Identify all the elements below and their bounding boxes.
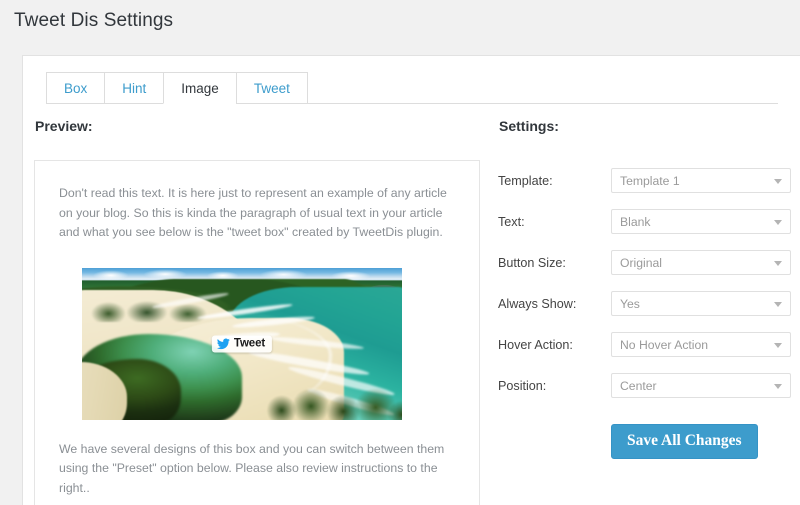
setting-label-text: Text: <box>498 214 525 229</box>
tweet-button[interactable]: Tweet <box>211 335 273 352</box>
button-size-select-value: Original <box>620 255 662 270</box>
settings-column: Settings: Template: Template 1 Text: Bla… <box>498 118 798 459</box>
preview-heading: Preview: <box>35 118 93 134</box>
chevron-down-icon <box>774 301 782 307</box>
position-select-value: Center <box>620 378 657 393</box>
chevron-down-icon <box>774 383 782 389</box>
hover-action-select[interactable]: No Hover Action <box>611 332 791 357</box>
setting-label-button-size: Button Size: <box>498 255 566 270</box>
always-show-select-value: Yes <box>620 296 640 311</box>
template-select[interactable]: Template 1 <box>611 168 791 193</box>
preview-column: Preview: Don't read this text. It is her… <box>34 118 490 505</box>
setting-label-position: Position: <box>498 378 547 393</box>
template-select-value: Template 1 <box>620 173 680 188</box>
tab-bar: Box Hint Image Tweet <box>46 72 778 104</box>
foreground-shrubs <box>261 373 402 420</box>
twitter-bird-icon <box>216 338 230 349</box>
setting-row-button-size: Button Size: Original <box>498 242 798 283</box>
preview-box: Don't read this text. It is here just to… <box>34 160 480 505</box>
chevron-down-icon <box>774 178 782 184</box>
page-title: Tweet Dis Settings <box>14 10 174 31</box>
setting-row-hover-action: Hover Action: No Hover Action <box>498 324 798 365</box>
setting-row-text: Text: Blank <box>498 201 798 242</box>
settings-page: Tweet Dis Settings Box Hint Image Tweet … <box>0 0 800 505</box>
position-select[interactable]: Center <box>611 373 791 398</box>
settings-heading: Settings: <box>499 118 559 134</box>
preview-image: Tweet <box>82 267 402 420</box>
text-select[interactable]: Blank <box>611 209 791 234</box>
hover-action-select-value: No Hover Action <box>620 337 709 352</box>
tab-hint[interactable]: Hint <box>104 72 165 104</box>
setting-label-hover-action: Hover Action: <box>498 337 573 352</box>
setting-row-always-show: Always Show: Yes <box>498 283 798 324</box>
chevron-down-icon <box>774 260 782 266</box>
text-select-value: Blank <box>620 214 651 229</box>
tab-box[interactable]: Box <box>46 72 106 104</box>
tab-tweet[interactable]: Tweet <box>235 72 308 104</box>
chevron-down-icon <box>774 219 782 225</box>
setting-row-position: Position: Center <box>498 365 798 406</box>
setting-label-always-show: Always Show: <box>498 296 577 311</box>
button-size-select[interactable]: Original <box>611 250 791 275</box>
preview-paragraph-bottom: We have several designs of this box and … <box>59 441 445 495</box>
settings-card: Box Hint Image Tweet Preview: Don't read… <box>22 55 800 505</box>
save-all-changes-button[interactable]: Save All Changes <box>611 424 758 459</box>
always-show-select[interactable]: Yes <box>611 291 791 316</box>
setting-row-template: Template: Template 1 <box>498 160 798 201</box>
tweet-button-label: Tweet <box>233 337 266 349</box>
tab-image[interactable]: Image <box>163 72 237 104</box>
save-button-wrap: Save All Changes <box>498 424 798 459</box>
setting-label-template: Template: <box>498 173 553 188</box>
preview-paragraph-top: Don't read this text. It is here just to… <box>59 186 447 239</box>
chevron-down-icon <box>774 342 782 348</box>
